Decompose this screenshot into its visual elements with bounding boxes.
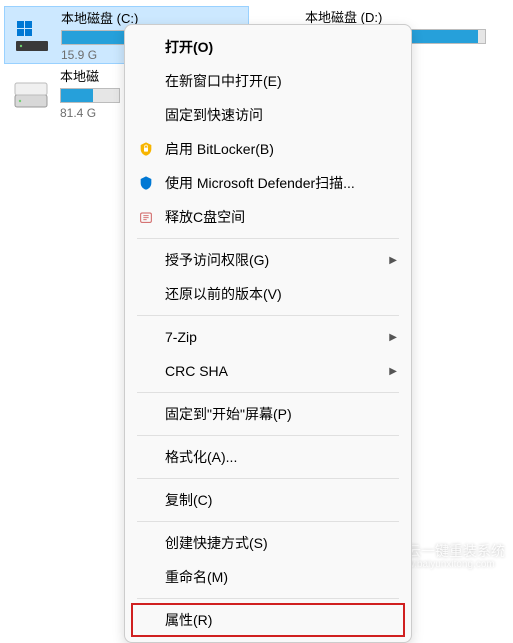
context-menu: 打开(O) 在新窗口中打开(E) 固定到快速访问启用 BitLocker(B) 使用 … [124,24,412,643]
menu-item-17[interactable]: 复制(C) [125,483,411,517]
menu-item-label: 还原以前的版本(V) [165,284,282,304]
menu-item-label: 属性(R) [165,610,212,630]
menu-separator [137,238,399,239]
menu-item-label: 创建快捷方式(S) [165,533,268,553]
menu-item-label: 释放C盘空间 [165,207,245,227]
menu-item-label: 启用 BitLocker(B) [165,139,274,159]
drive-name: 本地磁盘 (D:) [305,7,486,26]
menu-item-19[interactable]: 创建快捷方式(S) [125,526,411,560]
menu-item-8[interactable]: 还原以前的版本(V) [125,277,411,311]
menu-separator [137,435,399,436]
menu-item-5[interactable]: 释放C盘空间 [125,200,411,234]
menu-separator [137,392,399,393]
windows-drive-icon [13,16,51,54]
menu-item-label: 授予访问权限(G) [165,250,269,270]
hdd-icon [12,74,50,112]
menu-separator [137,521,399,522]
submenu-arrow-icon: ▶ [389,255,397,266]
menu-item-4[interactable]: 使用 Microsoft Defender扫描... [125,166,411,200]
menu-item-22[interactable]: 属性(R) [125,603,411,637]
menu-item-label: 格式化(A)... [165,447,237,467]
menu-item-7[interactable]: 授予访问权限(G) ▶ [125,243,411,277]
menu-item-0[interactable]: 打开(O) [125,30,411,64]
drive-free-text: 81.4 G [60,106,120,120]
defender-icon [137,174,155,192]
cleanup-icon [137,208,155,226]
drive-name: 本地磁 [60,66,120,85]
drive-local[interactable]: 本地磁 81.4 G [4,64,124,122]
menu-item-label: 7-Zip [165,329,197,345]
menu-item-10[interactable]: 7-Zip ▶ [125,320,411,354]
submenu-arrow-icon: ▶ [389,332,397,343]
menu-item-2[interactable]: 固定到快速访问 [125,98,411,132]
menu-item-1[interactable]: 在新窗口中打开(E) [125,64,411,98]
menu-item-label: 固定到"开始"屏幕(P) [165,404,292,424]
menu-item-label: 打开(O) [165,37,213,57]
menu-item-label: 在新窗口中打开(E) [165,71,282,91]
submenu-arrow-icon: ▶ [389,366,397,377]
menu-separator [137,598,399,599]
menu-item-15[interactable]: 格式化(A)... [125,440,411,474]
menu-item-label: 固定到快速访问 [165,105,263,125]
bitlocker-icon [137,140,155,158]
menu-item-11[interactable]: CRC SHA ▶ [125,354,411,388]
menu-item-label: 重命名(M) [165,567,228,587]
menu-item-20[interactable]: 重命名(M) [125,560,411,594]
menu-separator [137,315,399,316]
menu-item-label: CRC SHA [165,363,228,379]
menu-item-13[interactable]: 固定到"开始"屏幕(P) [125,397,411,431]
menu-separator [137,478,399,479]
drive-bar-fill [61,89,93,102]
menu-item-label: 使用 Microsoft Defender扫描... [165,173,355,193]
drive-usage-bar [60,88,120,103]
menu-item-label: 复制(C) [165,490,212,510]
drive-info: 本地磁 81.4 G [60,66,120,120]
menu-item-3[interactable]: 启用 BitLocker(B) [125,132,411,166]
